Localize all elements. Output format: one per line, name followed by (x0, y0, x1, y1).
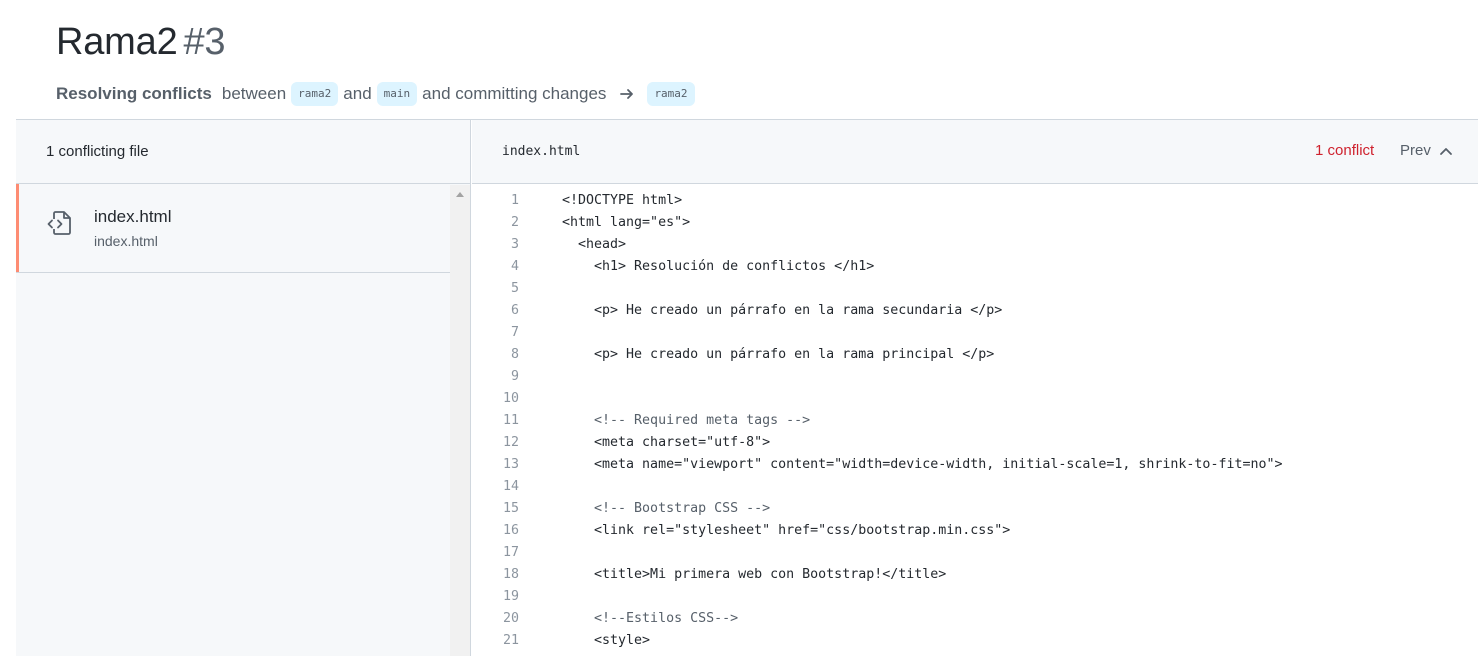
head-branch-label[interactable]: rama2 (291, 82, 339, 106)
code-line[interactable]: 9 (472, 366, 1478, 388)
conflict-count: 1 conflict (1315, 142, 1375, 159)
line-number: 17 (502, 545, 519, 560)
page-title: Rama2 #3 (56, 20, 695, 64)
code-line[interactable]: 21 <style> (472, 630, 1478, 652)
code-line[interactable]: 3 <head> (472, 234, 1478, 256)
sidebar-scrollbar[interactable] (450, 185, 470, 656)
file-code-icon (47, 211, 71, 235)
pr-title: Rama2 (56, 21, 178, 63)
target-branch-label[interactable]: rama2 (647, 82, 695, 106)
line-number: 10 (502, 391, 519, 406)
line-content: <head> (562, 237, 627, 252)
code-line[interactable]: 16 <link rel="stylesheet" href="css/boot… (472, 520, 1478, 542)
line-number: 7 (510, 325, 519, 340)
pr-number: #3 (183, 21, 226, 63)
conflicting-files-heading: 1 conflicting file (16, 120, 470, 184)
subtitle-committing: and committing changes (422, 84, 607, 103)
code-line[interactable]: 8 <p> He creado un párrafo en la rama pr… (472, 344, 1478, 366)
code-line[interactable]: 12 <meta charset="utf-8"> (472, 432, 1478, 454)
code-line[interactable]: 11 <!-- Required meta tags --> (472, 410, 1478, 432)
file-name: index.html (94, 207, 172, 226)
line-number: 9 (510, 369, 519, 384)
active-file-marker (16, 184, 19, 272)
conflicting-files-count: 1 conflicting file (46, 143, 149, 160)
code-line[interactable]: 10 (472, 388, 1478, 410)
line-content: <p> He creado un párrafo en la rama prin… (562, 347, 995, 362)
line-content: <html lang="es"> (562, 215, 691, 230)
code-line[interactable]: 13 <meta name="viewport" content="width=… (472, 454, 1478, 476)
code-line[interactable]: 5 (472, 278, 1478, 300)
prev-conflict-label: Prev (1400, 142, 1431, 159)
arrow-right-icon (620, 89, 634, 99)
code-line[interactable]: 1 <!DOCTYPE html> (472, 190, 1478, 212)
line-number: 3 (510, 237, 519, 252)
chevron-up-icon (1439, 147, 1452, 155)
code-line[interactable]: 17 (472, 542, 1478, 564)
code-line[interactable]: 14 (472, 476, 1478, 498)
line-number: 20 (502, 611, 519, 626)
subtitle-and: and (343, 84, 372, 103)
code-line[interactable]: 20 <!--Estilos CSS--> (472, 608, 1478, 630)
line-number: 6 (510, 303, 519, 318)
line-number: 15 (502, 501, 519, 516)
scroll-up-arrow-icon[interactable] (456, 192, 464, 197)
conflict-resolver: 1 conflicting file index.html index.html… (16, 119, 1478, 656)
line-number: 16 (502, 523, 519, 538)
line-content: <!-- Bootstrap CSS --> (562, 501, 771, 516)
line-content: <link rel="stylesheet" href="css/bootstr… (562, 523, 1011, 538)
code-editor: index.html 1 conflict Prev 1 <!DOCTYPE ht… (472, 120, 1478, 656)
line-content: <!--Estilos CSS--> (562, 611, 739, 626)
code-line[interactable]: 6 <p> He creado un párrafo en la rama se… (472, 300, 1478, 322)
subtitle-strong: Resolving conflicts (56, 84, 212, 103)
line-content: <title>Mi primera web con Bootstrap!</ti… (562, 567, 947, 582)
editor-filename: index.html (502, 144, 581, 159)
file-path: index.html (94, 233, 158, 249)
line-number: 21 (502, 633, 519, 648)
conflict-file-sidebar: 1 conflicting file index.html index.html (16, 120, 471, 656)
editor-header: index.html 1 conflict Prev (472, 120, 1478, 184)
line-number: 5 (510, 281, 519, 296)
line-number: 12 (502, 435, 519, 450)
line-number: 13 (502, 457, 519, 472)
code-line[interactable]: 7 (472, 322, 1478, 344)
line-number: 8 (510, 347, 519, 362)
subtitle-between: between (221, 84, 287, 103)
line-number: 4 (510, 259, 519, 274)
line-content: <style> (562, 633, 651, 648)
code-line[interactable]: 4 <h1> Resolución de conflictos </h1> (472, 256, 1478, 278)
line-number: 18 (502, 567, 519, 582)
line-content: <p> He creado un párrafo en la rama secu… (562, 303, 1003, 318)
prev-conflict-button[interactable]: Prev (1400, 142, 1453, 159)
line-number: 2 (510, 215, 519, 230)
merge-subtitle: Resolving conflicts between rama2 and ma… (56, 82, 695, 106)
code-line[interactable]: 2 <html lang="es"> (472, 212, 1478, 234)
line-number: 1 (510, 193, 519, 208)
line-content: <meta name="viewport" content="width=dev… (562, 457, 1283, 472)
line-content: <meta charset="utf-8"> (562, 435, 771, 450)
line-number: 11 (502, 413, 519, 428)
base-branch-label[interactable]: main (376, 82, 418, 106)
code-line[interactable]: 19 (472, 586, 1478, 608)
code-line[interactable]: 15 <!-- Bootstrap CSS --> (472, 498, 1478, 520)
code-line[interactable]: 18 <title>Mi primera web con Bootstrap!<… (472, 564, 1478, 586)
line-number: 14 (502, 479, 519, 494)
line-content: <!DOCTYPE html> (562, 193, 683, 208)
line-content: <h1> Resolución de conflictos </h1> (562, 259, 875, 274)
conflict-file-item[interactable]: index.html index.html (16, 184, 450, 273)
page-header: Rama2 #3 Resolving conflicts between rama… (56, 20, 695, 106)
line-content: <!-- Required meta tags --> (562, 413, 811, 428)
line-number: 19 (502, 589, 519, 604)
code-lines[interactable]: 1 <!DOCTYPE html> 2 <html lang="es"> 3 <head… (472, 190, 1478, 652)
